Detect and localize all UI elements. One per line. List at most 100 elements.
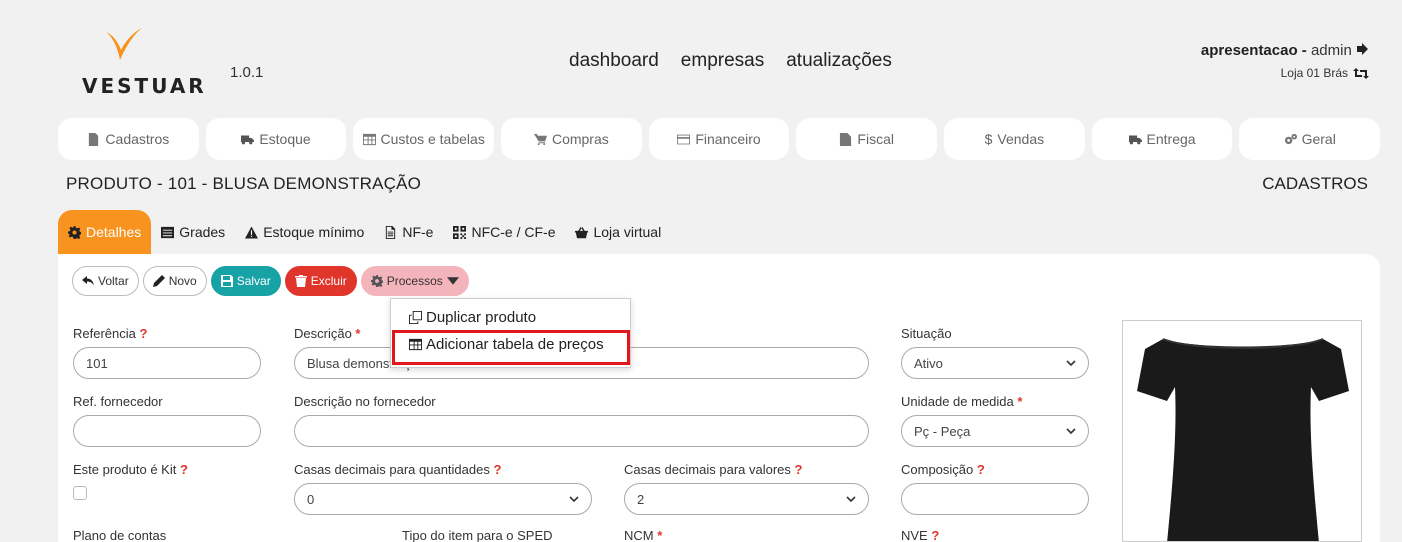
chevron-down-icon [1066,360,1076,367]
menu-fiscal-label: Fiscal [857,131,894,147]
gear-icon [370,275,383,287]
referencia-input[interactable]: 101 [73,347,261,379]
menu-custos[interactable]: Custos e tabelas [353,118,495,160]
help-icon[interactable]: ? [140,326,148,341]
tab-nfe-label: NF-e [402,224,434,240]
product-tabs: Detalhes Grades Estoque mínimo NF-e NFC-… [58,210,671,254]
back-button-label: Voltar [98,274,129,288]
situacao-select[interactable]: Ativo [901,347,1089,379]
descricao-label-text: Descrição [294,326,352,341]
new-button[interactable]: Novo [142,266,207,296]
app-header: VESTUAR 1.0.1 dashboard empresas atualiz… [0,0,1402,110]
main-menu: Cadastros Estoque Custos e tabelas Compr… [58,118,1381,160]
tab-detalhes-label: Detalhes [86,224,142,240]
processes-button[interactable]: Processos [360,266,469,296]
kit-label: Este produto é Kit ? [73,462,188,477]
logout-icon[interactable] [1356,43,1369,55]
ref-fornecedor-label: Ref. fornecedor [73,394,163,409]
descricao-label: Descrição * [294,326,360,341]
duplicate-product-label: Duplicar produto [426,309,537,326]
tab-grades-label: Grades [179,224,226,240]
highlight-box [392,330,630,365]
casas-qtd-select[interactable]: 0 [294,483,592,515]
truck-icon [1128,134,1142,144]
product-image[interactable] [1122,320,1362,542]
menu-financeiro[interactable]: Financeiro [648,118,790,160]
help-icon[interactable]: ? [493,462,501,477]
save-button[interactable]: Salvar [210,266,281,296]
delete-button[interactable]: Excluir [284,266,357,296]
help-icon[interactable]: ? [180,462,188,477]
tab-loja-virtual-label: Loja virtual [593,224,662,240]
delete-button-label: Excluir [310,274,347,288]
referencia-value: 101 [86,355,108,371]
tab-nfce[interactable]: NFC-e / CF-e [443,210,565,254]
new-button-label: Novo [168,274,197,288]
tab-loja-virtual[interactable]: Loja virtual [565,210,671,254]
reply-icon [82,276,94,286]
casas-val-label: Casas decimais para valores ? [624,462,802,477]
kit-checkbox[interactable] [73,486,87,500]
copy-icon [409,311,422,324]
document-icon [840,132,852,146]
nve-label: NVE ? [901,528,939,542]
referencia-label-text: Referência [73,326,136,341]
tab-detalhes[interactable]: Detalhes [58,210,152,254]
floppy-icon [220,275,233,287]
logo-text: VESTUAR [82,74,207,98]
tab-nfce-label: NFC-e / CF-e [471,224,556,240]
help-icon[interactable]: ? [931,528,939,542]
file-icon [386,225,396,239]
caret-down-icon [446,277,459,285]
switch-store-icon[interactable] [1353,67,1369,79]
truck-icon [241,134,255,144]
qrcode-icon [453,225,467,239]
ncm-label: NCM * [624,528,662,542]
nav-empresas[interactable]: empresas [681,50,764,72]
tab-nfe[interactable]: NF-e [374,210,443,254]
menu-compras[interactable]: Compras [501,118,642,160]
cogs-icon [1284,133,1297,144]
menu-vendas-label: Vendas [997,131,1045,147]
nav-dashboard[interactable]: dashboard [569,50,659,72]
chevron-down-icon [569,496,579,503]
composicao-label-text: Composição [901,462,974,477]
list-icon [161,226,175,238]
menu-entrega[interactable]: Entrega [1091,118,1233,160]
casas-val-select[interactable]: 2 [624,483,869,515]
store-selector[interactable]: Loja 01 Brás [1281,66,1369,80]
top-nav: dashboard empresas atualizações [569,50,892,72]
menu-fiscal[interactable]: Fiscal [796,118,938,160]
menu-financeiro-label: Financeiro [695,131,761,147]
casas-qtd-value: 0 [307,491,315,507]
composicao-input[interactable] [901,483,1089,515]
dollar-icon: $ [984,131,993,147]
menu-estoque[interactable]: Estoque [205,118,347,160]
duplicate-product-item[interactable]: Duplicar produto [409,309,536,326]
page-title: PRODUTO - 101 - BLUSA DEMONSTRAÇÃO [66,174,422,193]
menu-cadastros[interactable]: Cadastros [58,118,199,160]
basket-icon [575,226,589,238]
chevron-down-icon [846,496,856,503]
save-button-label: Salvar [236,274,271,288]
chevron-down-icon [1066,428,1076,435]
unidade-label: Unidade de medida * [901,394,1022,409]
nav-atualizacoes[interactable]: atualizações [786,50,892,72]
menu-geral[interactable]: Geral [1239,118,1381,160]
ncm-label-text: NCM [624,528,654,542]
menu-vendas[interactable]: $ Vendas [944,118,1085,160]
tab-estoque-minimo[interactable]: Estoque mínimo [235,210,374,254]
menu-compras-label: Compras [551,131,609,147]
menu-cadastros-label: Cadastros [105,131,170,147]
tab-grades[interactable]: Grades [151,210,235,254]
user-name[interactable]: admin [1311,42,1352,59]
help-icon[interactable]: ? [795,462,803,477]
help-icon[interactable]: ? [977,462,985,477]
warning-icon [245,225,259,239]
store-name: Loja 01 Brás [1280,66,1348,80]
unidade-select[interactable]: Pç - Peça [901,415,1089,447]
ref-fornecedor-input[interactable] [73,415,261,447]
descricao-fornecedor-input[interactable] [294,415,869,447]
back-button[interactable]: Voltar [72,266,139,296]
menu-geral-label: Geral [1301,131,1336,147]
